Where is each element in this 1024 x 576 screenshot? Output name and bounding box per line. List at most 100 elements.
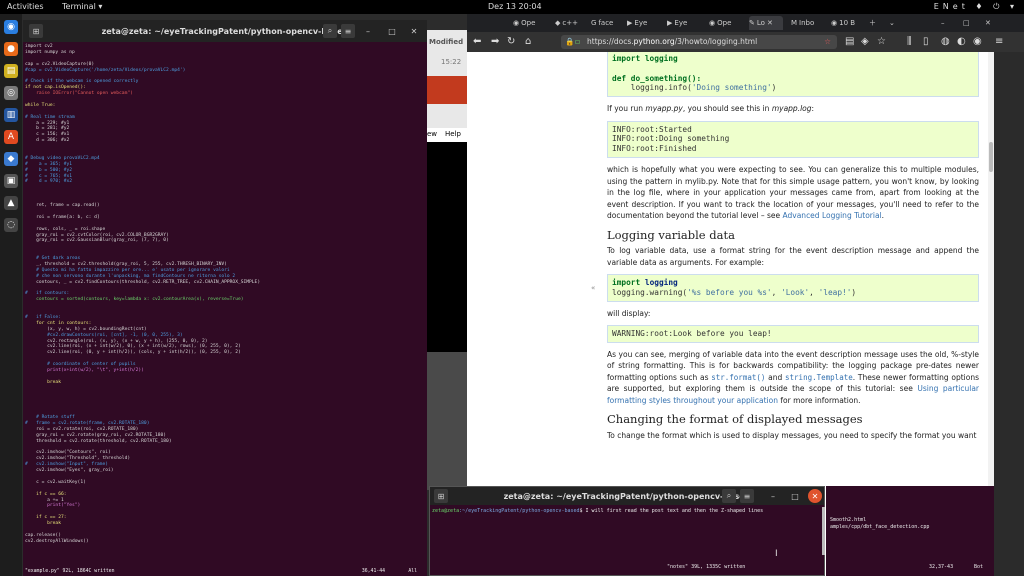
paragraph-5: As you can see, merging of variable data… — [607, 349, 979, 405]
close-icon[interactable]: ✕ — [985, 16, 991, 30]
bookmark-star-icon[interactable]: ☆ — [877, 36, 886, 47]
software-icon[interactable]: A — [4, 130, 18, 144]
advanced-logging-link[interactable]: Advanced Logging Tutorial — [783, 211, 882, 220]
terminal-window-small[interactable]: ⊞ zeta@zeta: ~/eyeTrackingPatent/python-… — [429, 486, 825, 576]
terminal-scrollbar[interactable] — [822, 507, 825, 555]
str-format-link[interactable]: str.format() — [711, 373, 765, 382]
ubuntu-icon[interactable]: ◎ — [4, 86, 18, 100]
google-icon: G — [591, 19, 597, 27]
chrome-icon[interactable]: ◉ — [4, 20, 18, 34]
tab-3[interactable]: ▶ Eye — [627, 16, 653, 30]
collapse-sidebar-icon[interactable]: « — [591, 284, 595, 292]
library-icon[interactable]: ⫼ — [907, 36, 912, 47]
vim-line-2: amples/cpp/dbt_face_detection.cpp — [830, 524, 930, 530]
gray-area — [427, 352, 467, 490]
vim-line-1: Smooth2.html — [830, 517, 867, 523]
search-icon[interactable]: ⌕ — [323, 24, 337, 38]
maximize-icon[interactable]: □ — [788, 489, 802, 503]
files-icon[interactable]: ▤ — [4, 64, 18, 78]
writer-icon[interactable]: ▥ — [4, 108, 18, 122]
dark-area — [427, 142, 467, 352]
menu-help[interactable]: Help — [445, 130, 461, 138]
lock-icon: 🔒 — [565, 37, 575, 46]
code-editor[interactable]: import cv2 import numpy as np cap = cv2.Vi… — [25, 44, 423, 545]
string-template-link[interactable]: string.Template — [785, 373, 853, 382]
youtube-icon: ▶ — [667, 19, 673, 27]
vscode-icon[interactable]: ◆ — [4, 152, 18, 166]
scroll-percent: All — [408, 569, 417, 574]
app-menu-terminal[interactable]: Terminal ▾ — [62, 2, 102, 11]
new-tab-button[interactable]: ＋ — [869, 16, 876, 30]
tab-2[interactable]: Gface — [591, 16, 619, 30]
right-panel — [994, 52, 1024, 576]
vim-status-line: "example.py" 92L, 1864C written 36,41-44… — [25, 569, 423, 574]
home-icon[interactable]: ⌂ — [525, 36, 531, 47]
menu-icon[interactable]: ≡ — [740, 489, 754, 503]
minimize-icon[interactable]: – — [766, 489, 780, 503]
cursor-position: 36,41-44 — [361, 569, 385, 574]
system-tray[interactable]: ENet ♦ ⏻ ▾ — [934, 2, 1018, 12]
reload-icon[interactable]: ↻ — [507, 36, 515, 47]
app-icon[interactable]: ▲ — [4, 196, 18, 210]
paragraph-4: will display: — [607, 308, 651, 318]
opencv-icon: ◉ — [513, 19, 520, 27]
minimize-icon[interactable]: – — [361, 24, 375, 38]
back-icon[interactable]: ⬅ — [473, 36, 481, 47]
tab-4[interactable]: ▶ Eye — [667, 16, 693, 30]
dock: ◉ ● ▤ ◎ ▥ A ◆ ▣ ▲ ◌ — [0, 14, 22, 576]
code-block-2: import logging logging.warning('%s befor… — [607, 274, 979, 302]
clock[interactable]: Dez 13 20:04 — [488, 2, 542, 11]
maximize-icon[interactable]: □ — [385, 24, 399, 38]
scrollbar-thumb[interactable] — [989, 142, 993, 172]
terminal-window-vim[interactable]: ⊞ zeta@zeta: ~/eyeTrackingPatent/python-… — [23, 20, 427, 576]
account-icon[interactable]: ◍ — [941, 36, 950, 47]
tab-7[interactable]: M Inbo — [791, 16, 823, 30]
close-icon[interactable]: ✕ — [808, 489, 822, 503]
tab-6-active[interactable]: ✎ Lo ✕ — [749, 16, 783, 30]
doc-body: import logging def do_something(): loggi… — [607, 52, 979, 445]
menu-view[interactable]: ew — [427, 130, 437, 138]
tab-0[interactable]: ◉ Ope — [513, 16, 537, 30]
python-icon: ✎ — [749, 19, 755, 27]
search-icon[interactable]: ⌕ — [722, 489, 736, 503]
reader-icon[interactable]: ☆ — [824, 35, 831, 49]
code-block-1: import logging def do_something(): loggi… — [607, 52, 979, 98]
sidebar-icon[interactable]: ▯ — [923, 36, 929, 47]
page-icon: ▫ — [575, 37, 581, 46]
tab-favicon-icon: ◉ — [831, 19, 838, 27]
tab-1[interactable]: ◆ c++ — [555, 16, 578, 30]
menu-icon[interactable]: ≡ — [995, 36, 1003, 47]
terminal-titlebar[interactable]: ⊞ zeta@zeta: ~/eyeTrackingPatent/python-… — [430, 487, 824, 505]
url-path: /3/howto/logging.html — [674, 37, 758, 46]
close-icon[interactable]: ✕ — [407, 24, 421, 38]
cursor-position: 32,37-43 — [929, 564, 954, 570]
maximize-icon[interactable]: □ — [963, 16, 970, 30]
modified-label: Modified — [429, 38, 464, 46]
minimize-icon[interactable]: – — [941, 16, 945, 30]
forward-icon[interactable]: ➡ — [491, 36, 499, 47]
extension2-icon[interactable]: ◉ — [973, 36, 982, 47]
tab-strip: ◉ Ope ◆ c++ Gface ▶ Eye ▶ Eye ◉ Ope ✎ Lo ✕ M Inb… — [467, 14, 1024, 32]
pocket-icon[interactable]: ◈ — [861, 36, 869, 47]
time-label: 15:22 — [441, 58, 462, 66]
url-bar[interactable]: 🔒 ▫ https://docs.python.org/3/howto/logg… — [561, 35, 837, 49]
terminal-icon[interactable]: ▣ — [4, 174, 18, 188]
nav-toolbar: ⬅ ➡ ↻ ⌂ 🔒 ▫ https://docs.python.org/3/ho… — [467, 32, 1024, 52]
cpp-icon: ◆ — [555, 19, 561, 27]
reader-mode-icon[interactable]: ▤ — [845, 36, 854, 47]
firefox-icon[interactable]: ● — [4, 42, 18, 56]
paragraph-3: To log variable data, use a format strin… — [607, 246, 979, 267]
menu-icon[interactable]: ≡ — [341, 24, 355, 38]
terminal-titlebar[interactable]: ⊞ zeta@zeta: ~/eyeTrackingPatent/python-… — [23, 20, 427, 42]
disc-icon[interactable]: ◌ — [4, 218, 18, 232]
activities-button[interactable]: Activities — [7, 2, 44, 11]
status-message: "example.py" 92L, 1864C written — [25, 569, 115, 574]
opencv-icon: ◉ — [709, 19, 716, 27]
tab-8[interactable]: ◉ 10 B — [831, 16, 861, 30]
close-tab-icon[interactable]: ✕ — [767, 19, 773, 27]
output-block-2: WARNING:root:Look before you leap! — [607, 325, 979, 343]
tab-5[interactable]: ◉ Ope — [709, 16, 735, 30]
tab-list-icon[interactable]: ⌄ — [889, 16, 895, 30]
extension-icon[interactable]: ◐ — [957, 36, 966, 47]
red-panel — [427, 76, 467, 104]
